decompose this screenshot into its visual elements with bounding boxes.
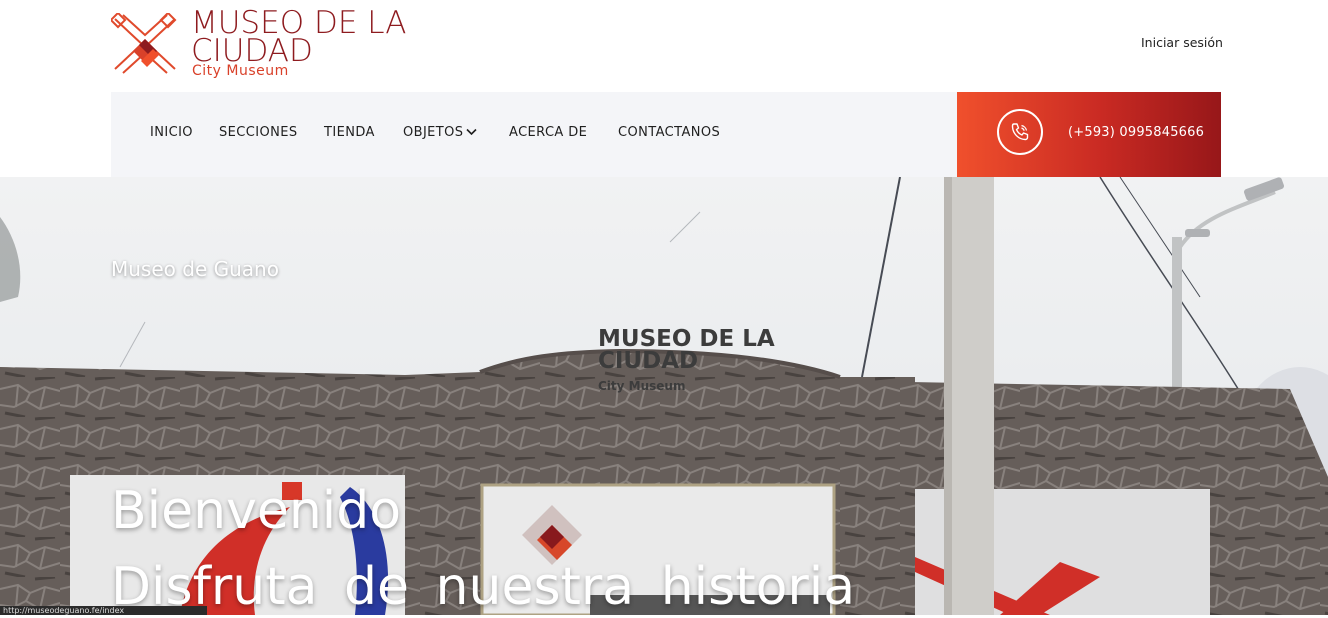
nav-item-acerca-de[interactable]: ACERCA DE (509, 125, 587, 140)
nav-item-objetos[interactable]: OBJETOS (403, 125, 478, 140)
logo-title: MUSEO DE LA CIUDAD (191, 5, 407, 69)
browser-status-bar: http://museodeguano.fe/index (0, 606, 207, 615)
nav-item-inicio[interactable]: INICIO (150, 125, 193, 140)
phone-icon-circle (997, 109, 1043, 155)
building-sign-subtitle: City Museum (598, 379, 686, 393)
building-sign-title: MUSEO DE LA CIUDAD (598, 326, 775, 374)
hero-eyebrow: Museo de Guano (111, 257, 279, 281)
museum-logo-icon (111, 13, 177, 74)
hero-background-image (0, 177, 1328, 615)
login-link[interactable]: Iniciar sesión (1141, 35, 1223, 50)
phone-icon (1011, 123, 1029, 141)
phone-contact-box[interactable]: (+593) 0995845666 (957, 92, 1221, 177)
nav-item-objetos-label: OBJETOS (403, 125, 464, 140)
hero-title-text: Bienvenido (111, 481, 402, 541)
phone-number[interactable]: (+593) 0995845666 (1068, 125, 1204, 140)
hero-subtitle-text: Disfruta de nuestra historia (111, 557, 856, 617)
site-logo[interactable]: MUSEO DE LA CIUDAD City Museum (111, 8, 421, 81)
hero-banner: MUSEO DE LA CIUDAD City Museum Museo de … (0, 177, 1328, 615)
nav-item-contactanos[interactable]: CONTACTANOS (618, 125, 720, 140)
logo-subtitle: City Museum (192, 63, 289, 79)
main-navigation: INICIO SECCIONES TIENDA OBJETOS ACERCA D… (111, 92, 957, 177)
chevron-down-icon (466, 125, 478, 140)
nav-item-tienda[interactable]: TIENDA (324, 125, 375, 140)
nav-item-secciones[interactable]: SECCIONES (219, 125, 297, 140)
